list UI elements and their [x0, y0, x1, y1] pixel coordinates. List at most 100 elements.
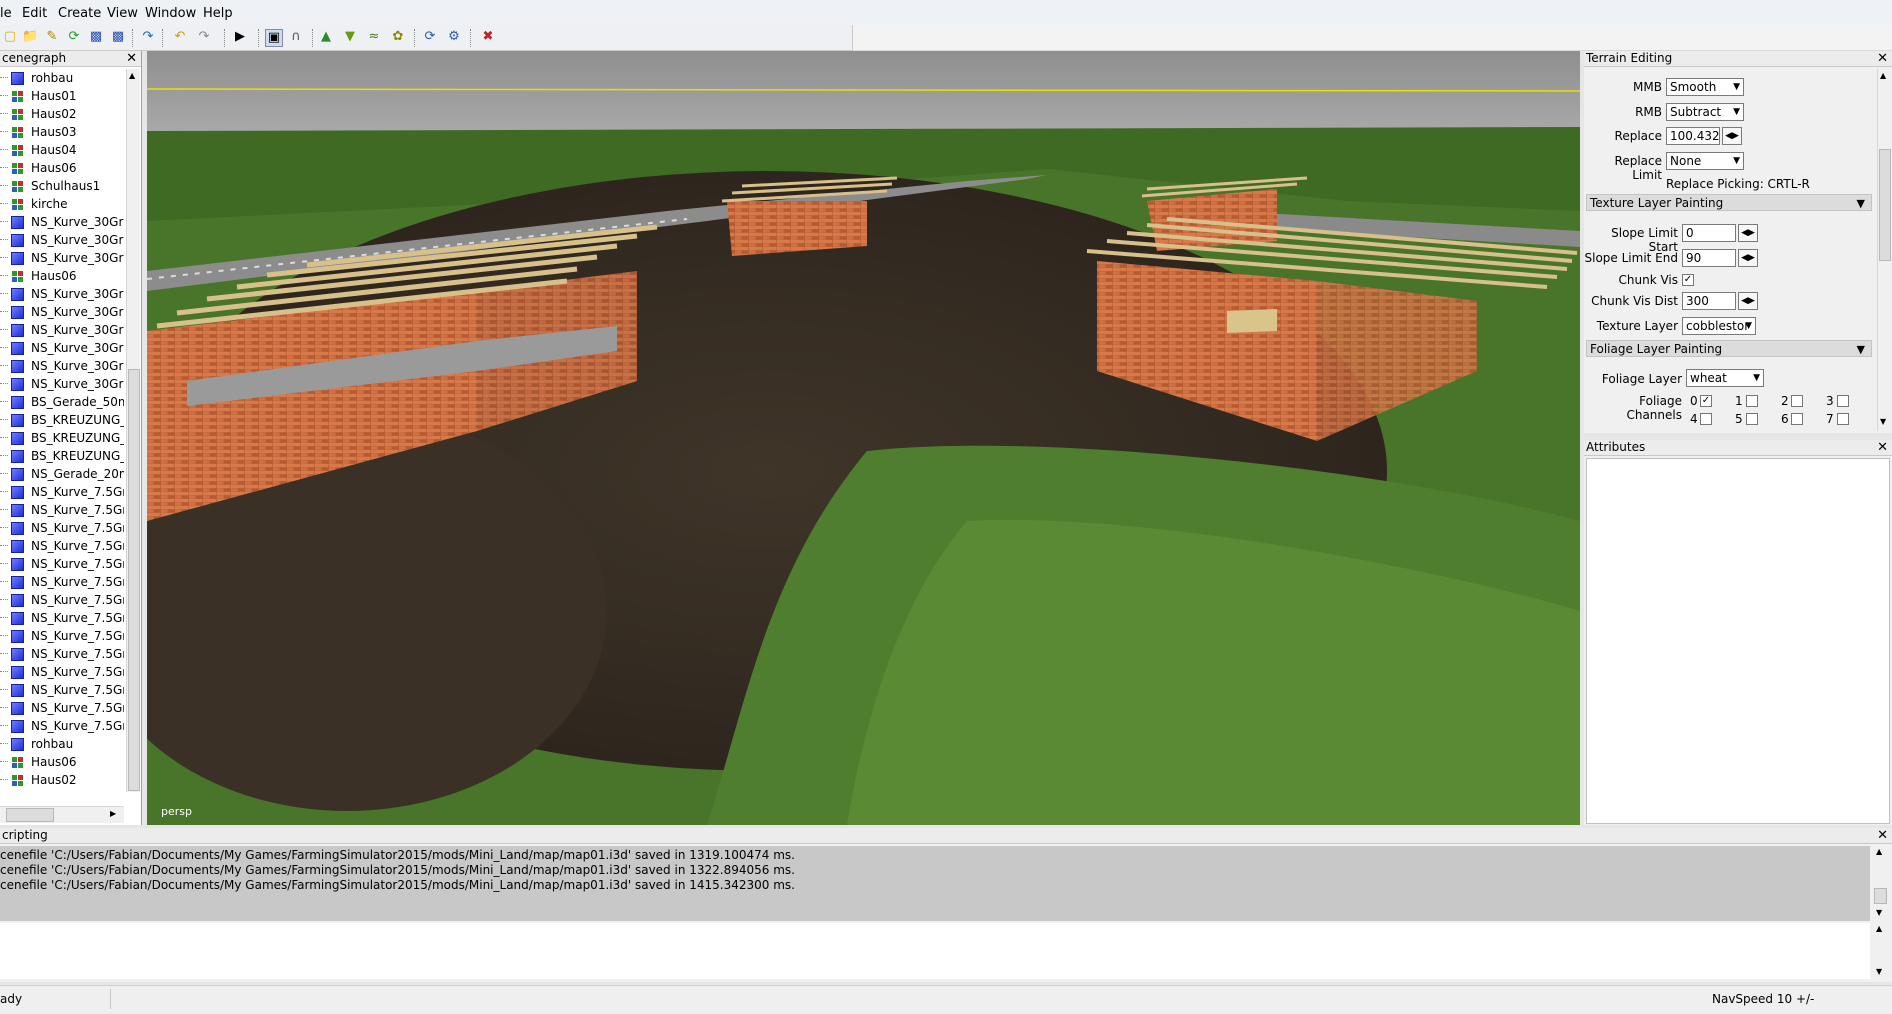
scenegraph-item[interactable]: NS_Kurve_30Grad: [0, 249, 124, 267]
script-command-input[interactable]: [0, 923, 1870, 979]
scenegraph-vertical-scrollbar[interactable]: ▲: [126, 69, 140, 792]
scenegraph-item[interactable]: NS_Kurve_7.5Grac: [0, 501, 124, 519]
scenegraph-item[interactable]: NS_Kurve_30Grad: [0, 357, 124, 375]
scenegraph-item[interactable]: NS_Kurve_7.5Grac: [0, 681, 124, 699]
replace-input[interactable]: 100.432: [1666, 127, 1720, 145]
replace-spinner[interactable]: ◀▶: [1722, 127, 1742, 145]
redo-icon[interactable]: ↷: [196, 29, 212, 45]
scenegraph-item[interactable]: BS_KREUZUNG_M: [0, 447, 124, 465]
new-file-icon[interactable]: ▢: [2, 29, 18, 45]
menu-edit[interactable]: Edit: [22, 6, 47, 21]
scenegraph-item[interactable]: NS_Kurve_30Grad: [0, 339, 124, 357]
scenegraph-item[interactable]: kirche: [0, 195, 124, 213]
scroll-up-icon[interactable]: ▲: [129, 71, 135, 80]
scenegraph-item[interactable]: Haus03: [0, 123, 124, 141]
scenegraph-item[interactable]: rohbau: [0, 69, 124, 87]
scenegraph-item[interactable]: NS_Kurve_30Grad: [0, 375, 124, 393]
channel-checkbox[interactable]: [1837, 395, 1849, 407]
save-as-icon[interactable]: ▩: [110, 29, 126, 45]
rotate-view-icon[interactable]: ⟳: [422, 29, 438, 45]
channel-checkbox[interactable]: [1837, 413, 1849, 425]
open-folder-icon[interactable]: 📁: [22, 29, 38, 45]
scenegraph-item[interactable]: Haus04: [0, 141, 124, 159]
scenegraph-tree[interactable]: rohbau Haus01 Haus02 Haus03 Haus04 Haus06 Schu…: [0, 69, 124, 789]
log-vertical-scrollbar[interactable]: ▲ ▼: [1872, 846, 1888, 921]
slope-limit-start-spinner[interactable]: ◀▶: [1738, 224, 1758, 242]
settings-icon[interactable]: ⚙: [446, 29, 462, 45]
scenegraph-item[interactable]: Haus01: [0, 87, 124, 105]
delete-icon[interactable]: ✖: [480, 29, 496, 45]
channel-checkbox[interactable]: ✓: [1700, 395, 1712, 407]
scroll-thumb[interactable]: [1874, 888, 1887, 904]
scenegraph-item[interactable]: Haus06: [0, 267, 124, 285]
edit-icon[interactable]: ✎: [44, 29, 60, 45]
scenegraph-item[interactable]: NS_Kurve_7.5Grac: [0, 573, 124, 591]
scenegraph-item[interactable]: NS_Gerade_20m: [0, 465, 124, 483]
scenegraph-horizontal-scrollbar[interactable]: ▶: [0, 806, 124, 823]
scenegraph-item[interactable]: NS_Kurve_7.5Grac: [0, 537, 124, 555]
terrain-raise-icon[interactable]: ▲: [318, 29, 334, 45]
scenegraph-item[interactable]: NS_Kurve_30Grad: [0, 303, 124, 321]
scenegraph-item[interactable]: NS_Kurve_30Grad: [0, 285, 124, 303]
scenegraph-item[interactable]: NS_Kurve_7.5Grac: [0, 663, 124, 681]
slope-limit-start-input[interactable]: 0: [1682, 224, 1736, 242]
close-icon[interactable]: ✕: [1877, 440, 1888, 455]
scenegraph-item[interactable]: NS_Kurve_7.5Grac: [0, 609, 124, 627]
select-tool-icon[interactable]: ▣: [265, 29, 283, 47]
scroll-up-icon[interactable]: ▲: [1880, 71, 1886, 80]
scenegraph-item[interactable]: Haus06: [0, 753, 124, 771]
hscroll-thumb[interactable]: [6, 808, 54, 822]
terrain-smooth-icon[interactable]: ≈: [366, 29, 382, 45]
channel-checkbox[interactable]: [1746, 413, 1758, 425]
terrain-vertical-scrollbar[interactable]: ▲ ▼: [1877, 69, 1891, 431]
scenegraph-item[interactable]: Schulhaus1: [0, 177, 124, 195]
scenegraph-item[interactable]: NS_Kurve_7.5Grac: [0, 717, 124, 735]
chunk-vis-dist-spinner[interactable]: ◀▶: [1738, 292, 1758, 310]
scroll-thumb[interactable]: [128, 369, 140, 791]
menu-window[interactable]: Window: [145, 6, 196, 21]
close-icon[interactable]: ✕: [1877, 828, 1888, 843]
save-icon[interactable]: ▩: [88, 29, 104, 45]
rmb-dropdown[interactable]: Subtract ▼: [1666, 103, 1744, 121]
scenegraph-item[interactable]: Haus02: [0, 105, 124, 123]
scenegraph-item[interactable]: NS_Kurve_7.5Grac: [0, 555, 124, 573]
channel-checkbox[interactable]: [1746, 395, 1758, 407]
scroll-down-icon[interactable]: ▼: [1880, 417, 1886, 426]
slope-limit-end-spinner[interactable]: ◀▶: [1738, 249, 1758, 267]
scenegraph-item[interactable]: BS_Gerade_50m: [0, 393, 124, 411]
menu-create[interactable]: Create: [58, 6, 101, 21]
undo-icon[interactable]: ↶: [172, 29, 188, 45]
texture-layer-dropdown[interactable]: cobblestor ▼: [1682, 317, 1756, 335]
channel-checkbox[interactable]: [1791, 413, 1803, 425]
close-icon[interactable]: ✕: [126, 51, 137, 66]
scroll-up-icon[interactable]: ▲: [1876, 847, 1882, 856]
scroll-right-icon[interactable]: ▶: [110, 809, 116, 818]
scroll-up-icon[interactable]: ▲: [1876, 924, 1882, 933]
scenegraph-item[interactable]: Haus06: [0, 159, 124, 177]
slope-limit-end-input[interactable]: 90: [1682, 249, 1736, 267]
3d-viewport[interactable]: persp: [147, 51, 1580, 825]
texture-layer-section[interactable]: Texture Layer Painting ▼: [1586, 194, 1872, 211]
command-vertical-scrollbar[interactable]: ▲ ▼: [1872, 923, 1888, 979]
scroll-down-icon[interactable]: ▼: [1876, 967, 1882, 976]
channel-checkbox[interactable]: [1700, 413, 1712, 425]
import-icon[interactable]: ↷: [140, 29, 156, 45]
scenegraph-item[interactable]: BS_KREUZUNG_M: [0, 429, 124, 447]
chunk-vis-checkbox[interactable]: ✓: [1682, 274, 1694, 286]
scenegraph-item[interactable]: NS_Kurve_30Grad: [0, 231, 124, 249]
scenegraph-item[interactable]: Haus02: [0, 771, 124, 789]
terrain-lower-icon[interactable]: ▼: [342, 29, 358, 45]
scenegraph-item[interactable]: NS_Kurve_30Grad: [0, 213, 124, 231]
foliage-paint-icon[interactable]: ✿: [390, 29, 406, 45]
scenegraph-item[interactable]: NS_Kurve_7.5Grac: [0, 699, 124, 717]
mmb-dropdown[interactable]: Smooth ▼: [1666, 78, 1744, 96]
scroll-down-icon[interactable]: ▼: [1876, 908, 1882, 917]
scenegraph-item[interactable]: NS_Kurve_7.5Grac: [0, 627, 124, 645]
play-icon[interactable]: ▶: [232, 29, 248, 45]
scenegraph-item[interactable]: BS_KREUZUNG_M: [0, 411, 124, 429]
menu-help[interactable]: Help: [203, 6, 233, 21]
scenegraph-item[interactable]: NS_Kurve_7.5Grac: [0, 483, 124, 501]
scroll-thumb[interactable]: [1879, 149, 1891, 261]
foliage-layer-section[interactable]: Foliage Layer Painting ▼: [1586, 340, 1872, 357]
replace-limit-dropdown[interactable]: None ▼: [1666, 152, 1744, 170]
